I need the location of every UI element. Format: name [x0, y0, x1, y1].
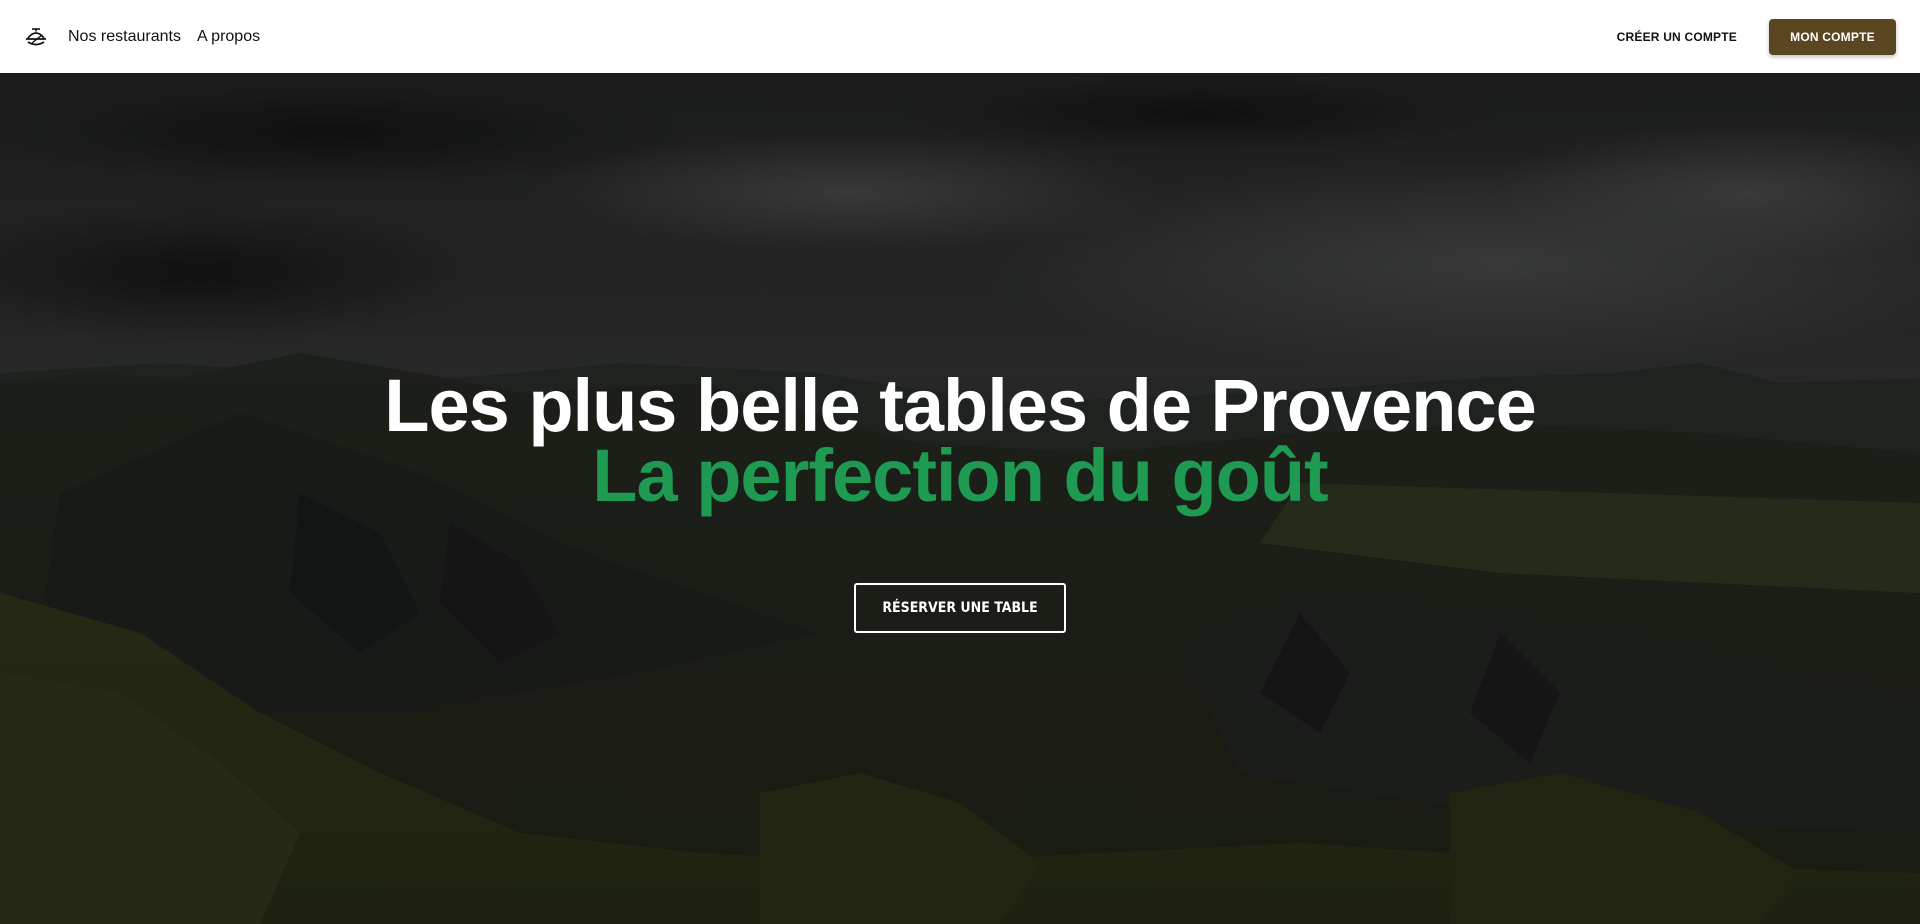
reserve-table-button[interactable]: RÉSERVER UNE TABLE	[854, 583, 1066, 633]
hero-section: Les plus belle tables de Provence La per…	[0, 73, 1920, 924]
hero-subtitle: La perfection du goût	[592, 434, 1328, 517]
create-account-button[interactable]: CRÉER UN COMPTE	[1601, 20, 1753, 54]
hero-content: Les plus belle tables de Provence La per…	[0, 73, 1920, 924]
top-navbar: Nos restaurants A propos CRÉER UN COMPTE…	[0, 0, 1920, 73]
nav-link-restaurants[interactable]: Nos restaurants	[68, 28, 181, 46]
hero-title: Les plus belle tables de Provence	[384, 364, 1536, 447]
logo-dish-icon[interactable]	[24, 25, 48, 49]
dish-cloche-icon	[26, 27, 46, 45]
my-account-button[interactable]: MON COMPTE	[1769, 18, 1896, 55]
nav-link-about[interactable]: A propos	[197, 28, 260, 46]
